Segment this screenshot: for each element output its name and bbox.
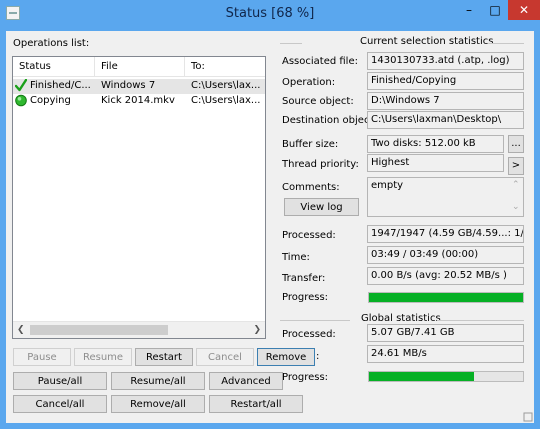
remove-button[interactable]: Remove	[257, 348, 315, 366]
restart-all-button[interactable]: Restart/all	[209, 395, 303, 413]
group-separator	[489, 43, 524, 44]
source-value: D:\Windows 7	[367, 92, 524, 110]
group-separator	[280, 320, 350, 321]
row-destination: C:\Users\lax...	[191, 95, 261, 106]
current-progress-bar	[368, 292, 524, 303]
scroll-up-icon[interactable]: ⌃	[512, 180, 520, 190]
thread-priority-value: Highest	[367, 154, 504, 172]
progress-fill	[369, 293, 523, 302]
operations-list[interactable]: Status File To: Finished/C... Windows 7 …	[12, 56, 266, 339]
column-status[interactable]: Status	[19, 61, 51, 72]
operation-label: Operation:	[282, 77, 336, 88]
group-separator	[280, 43, 302, 44]
minimize-button[interactable]: –	[456, 0, 482, 20]
group-separator	[437, 320, 524, 321]
green-circle-icon	[15, 94, 27, 107]
resume-all-button[interactable]: Resume/all	[111, 372, 205, 390]
operations-list-label: Operations list:	[13, 38, 90, 49]
operation-value: Finished/Copying	[367, 72, 524, 90]
global-progress-label: Progress:	[282, 372, 329, 383]
pause-button[interactable]: Pause	[13, 348, 71, 366]
destination-label: Destination object:	[282, 115, 377, 126]
row-destination: C:\Users\lax...	[191, 80, 261, 91]
scroll-right-icon[interactable]: ❯	[253, 325, 261, 335]
global-processed-label: Processed:	[282, 329, 336, 340]
cancel-button[interactable]: Cancel	[196, 348, 254, 366]
time-label: Time:	[282, 252, 310, 263]
column-divider[interactable]	[94, 57, 95, 77]
restart-button[interactable]: Restart	[135, 348, 193, 366]
global-processed-value: 5.07 GB/7.41 GB	[367, 324, 524, 342]
green-check-icon	[15, 79, 27, 92]
time-value: 03:49 / 03:49 (00:00)	[367, 246, 524, 264]
comments-box[interactable]: empty ⌃ ⌄	[367, 177, 524, 217]
buffer-size-label: Buffer size:	[282, 139, 339, 150]
title-bar[interactable]: Status [68 %] – □ ✕	[0, 0, 540, 31]
source-label: Source object:	[282, 96, 354, 107]
global-speed-label: :	[316, 351, 320, 362]
advanced-button[interactable]: Advanced	[209, 372, 283, 390]
cancel-all-button[interactable]: Cancel/all	[13, 395, 107, 413]
horizontal-scrollbar[interactable]: ❮ ❯	[13, 321, 265, 338]
column-file[interactable]: File	[101, 61, 118, 72]
priority-next-button[interactable]: >	[508, 157, 524, 175]
view-log-button[interactable]: View log	[284, 198, 359, 216]
row-status: Copying	[30, 95, 71, 106]
list-row-finished[interactable]: Finished/C... Windows 7 C:\Users\lax...	[13, 79, 265, 94]
comments-text: empty	[371, 180, 404, 191]
transfer-value: 0.00 B/s (avg: 20.52 MB/s )	[367, 267, 524, 285]
processed-value: 1947/1947 (4.59 GB/4.59...: 1/1)	[367, 225, 524, 243]
progress-fill	[369, 372, 474, 381]
progress-label: Progress:	[282, 292, 329, 303]
resize-grip-icon[interactable]	[523, 412, 533, 422]
comments-scrollbar[interactable]: ⌃ ⌄	[509, 178, 523, 214]
buffer-options-button[interactable]: ...	[508, 135, 524, 153]
column-to[interactable]: To:	[191, 61, 205, 72]
close-button[interactable]: ✕	[508, 0, 540, 20]
resume-button[interactable]: Resume	[74, 348, 132, 366]
maximize-button[interactable]: □	[482, 0, 508, 20]
scrollbar-thumb[interactable]	[30, 325, 168, 335]
pause-all-button[interactable]: Pause/all	[13, 372, 107, 390]
associated-file-label: Associated file:	[282, 56, 358, 67]
global-statistics-heading: Global statistics	[361, 313, 441, 324]
global-progress-bar	[368, 371, 524, 382]
row-status: Finished/C...	[30, 80, 91, 91]
transfer-label: Transfer:	[282, 273, 326, 284]
scroll-down-icon[interactable]: ⌄	[512, 202, 520, 212]
status-window: Status [68 %] – □ ✕ Operations list: Sta…	[0, 0, 540, 429]
current-statistics-heading: Current selection statistics	[360, 36, 494, 47]
associated-file-value: 1430130733.atd (.atp, .log)	[367, 52, 524, 70]
row-file: Windows 7	[101, 80, 156, 91]
column-divider[interactable]	[184, 57, 185, 77]
remove-all-button[interactable]: Remove/all	[111, 395, 205, 413]
list-row-copying[interactable]: Copying Kick 2014.mkv C:\Users\lax...	[13, 94, 265, 109]
processed-label: Processed:	[282, 230, 336, 241]
global-speed-value: 24.61 MB/s	[367, 345, 524, 363]
destination-value: C:\Users\laxman\Desktop\	[367, 111, 524, 129]
list-header: Status File To:	[13, 57, 265, 77]
buffer-size-value: Two disks: 512.00 kB	[367, 135, 504, 153]
thread-priority-label: Thread priority:	[282, 159, 359, 170]
scroll-left-icon[interactable]: ❮	[17, 325, 25, 335]
row-file: Kick 2014.mkv	[101, 95, 175, 106]
comments-label: Comments:	[282, 182, 340, 193]
dialog-body: Operations list: Status File To: Finishe…	[6, 31, 534, 423]
